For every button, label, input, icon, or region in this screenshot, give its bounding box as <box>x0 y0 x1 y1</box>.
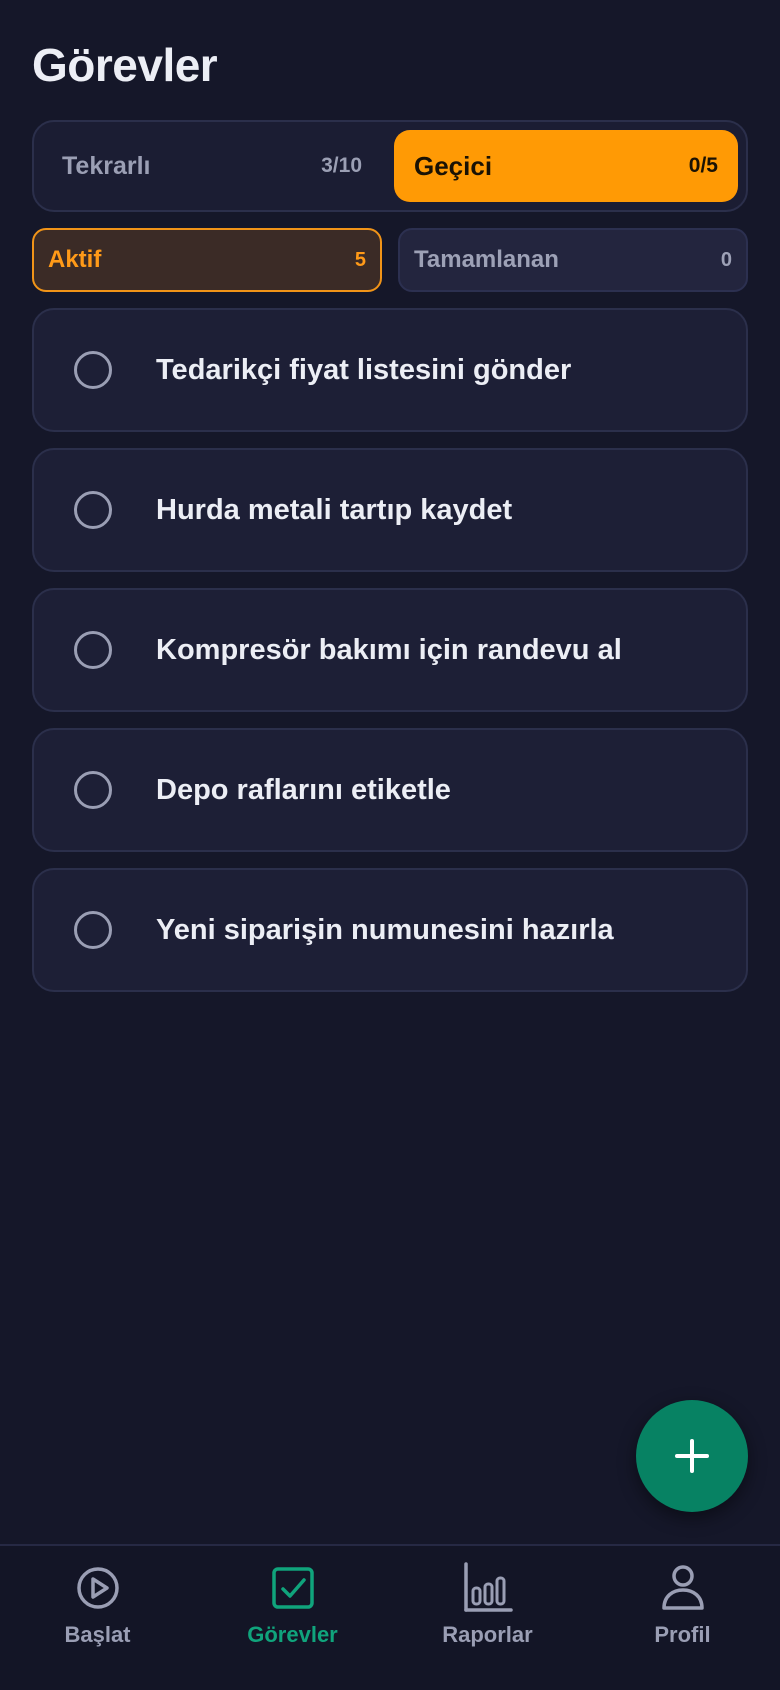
task-checkbox-icon[interactable] <box>74 491 112 529</box>
task-card[interactable]: Kompresör bakımı için randevu al <box>32 588 748 712</box>
task-text: Depo raflarını etiketle <box>156 773 451 806</box>
segment-tekrarli-label: Tekrarlı <box>62 151 151 180</box>
nav-item-raporlar[interactable]: Raporlar <box>390 1562 585 1662</box>
task-checkbox-icon[interactable] <box>74 771 112 809</box>
filter-aktif[interactable]: Aktif 5 <box>32 228 382 292</box>
task-checkbox-icon[interactable] <box>74 351 112 389</box>
filter-aktif-label: Aktif <box>48 246 102 273</box>
task-type-segment: Tekrarlı 3/10 Geçici 0/5 <box>32 120 748 212</box>
bar-chart-icon <box>463 1562 513 1612</box>
segment-gecici-count: 0/5 <box>688 154 718 177</box>
segment-gecici-label: Geçici <box>414 150 493 181</box>
segment-tekrarli-count: 3/10 <box>321 154 362 177</box>
filter-tamamlanan-count: 0 <box>720 248 732 271</box>
task-card[interactable]: Tedarikçi fiyat listesini gönder <box>32 308 748 432</box>
play-circle-icon <box>76 1567 119 1609</box>
bottom-nav: Başlat Görevler Raporlar Profil <box>0 1544 780 1690</box>
person-icon <box>661 1565 704 1610</box>
segment-gecici[interactable]: Geçici 0/5 <box>394 130 738 202</box>
task-text: Hurda metali tartıp kaydet <box>156 493 513 526</box>
task-card[interactable]: Hurda metali tartıp kaydet <box>32 448 748 572</box>
task-checkbox-icon[interactable] <box>74 631 112 669</box>
filter-aktif-count: 5 <box>354 248 366 271</box>
task-card[interactable]: Depo raflarını etiketle <box>32 728 748 852</box>
task-text: Tedarikçi fiyat listesini gönder <box>156 353 572 386</box>
nav-item-profil[interactable]: Profil <box>585 1562 780 1662</box>
segment-tekrarli[interactable]: Tekrarlı 3/10 <box>42 130 382 202</box>
checkbox-icon <box>271 1567 314 1609</box>
add-task-button[interactable] <box>636 1400 748 1512</box>
nav-label-gorevler: Görevler <box>247 1622 338 1647</box>
task-checkbox-icon[interactable] <box>74 911 112 949</box>
nav-item-baslat[interactable]: Başlat <box>0 1562 195 1662</box>
nav-label-raporlar: Raporlar <box>442 1622 533 1647</box>
nav-item-gorevler[interactable]: Görevler <box>195 1562 390 1662</box>
nav-label-profil: Profil <box>654 1622 711 1647</box>
filter-tamamlanan-label: Tamamlanan <box>414 246 559 273</box>
task-text: Kompresör bakımı için randevu al <box>156 633 622 666</box>
nav-label-baslat: Başlat <box>64 1622 131 1647</box>
task-list: Tedarikçi fiyat listesini gönder Hurda m… <box>32 308 748 1008</box>
plus-icon <box>675 1439 709 1473</box>
task-text: Yeni siparişin numunesini hazırla <box>156 913 614 946</box>
page-title: Görevler <box>32 39 218 91</box>
task-card[interactable]: Yeni siparişin numunesini hazırla <box>32 868 748 992</box>
filter-tamamlanan[interactable]: Tamamlanan 0 <box>398 228 748 292</box>
